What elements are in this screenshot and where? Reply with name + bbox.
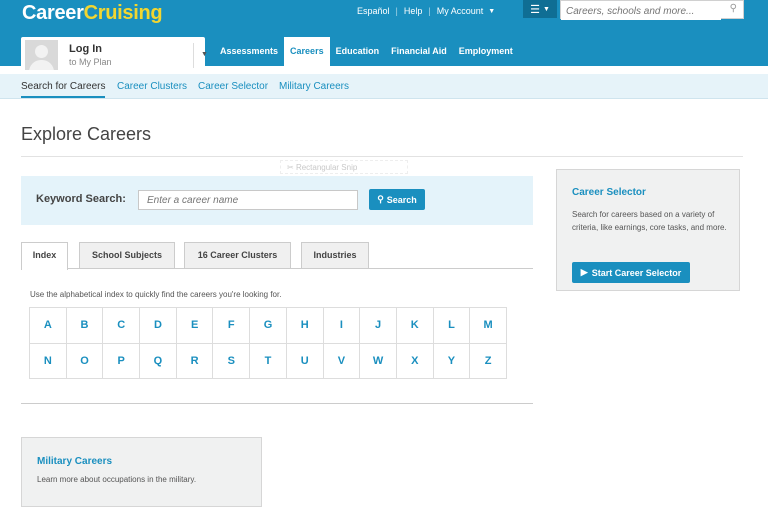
play-icon: ▶ bbox=[580, 267, 588, 277]
letter-h[interactable]: H bbox=[286, 308, 324, 344]
letter-r[interactable]: R bbox=[176, 343, 214, 379]
letter-d[interactable]: D bbox=[140, 308, 177, 344]
letter-g[interactable]: G bbox=[250, 308, 287, 344]
login-panel[interactable]: Log In to My Plan ▼ bbox=[21, 37, 208, 74]
letter-t[interactable]: T bbox=[250, 343, 287, 379]
letter-q[interactable]: Q bbox=[140, 343, 177, 379]
tab-index[interactable]: Index bbox=[21, 242, 68, 270]
search-icon[interactable]: ⚲ bbox=[730, 3, 737, 14]
letter-y[interactable]: Y bbox=[433, 343, 471, 379]
nav-assessments[interactable]: Assessments bbox=[214, 37, 284, 66]
site-search-input[interactable] bbox=[561, 3, 721, 20]
search-button[interactable]: ⚲ Search bbox=[369, 189, 425, 210]
letter-p[interactable]: P bbox=[103, 343, 141, 379]
login-title: Log In bbox=[69, 43, 102, 55]
letter-z[interactable]: Z bbox=[470, 343, 507, 379]
tab-career-clusters[interactable]: 16 Career Clusters bbox=[184, 242, 291, 268]
login-dropdown-icon[interactable]: ▼ bbox=[201, 51, 208, 58]
my-account-link[interactable]: My Account bbox=[437, 6, 484, 16]
military-careers-link[interactable]: Military Careers bbox=[37, 456, 112, 467]
alphabet-index: A B C D E F G H I J K L M N O P Q R S T … bbox=[29, 307, 507, 379]
snip-overlay: ✂ Rectangular Snip bbox=[280, 160, 408, 174]
sub-nav: Search for Careers Career Clusters Caree… bbox=[0, 74, 768, 99]
subnav-military-careers[interactable]: Military Careers bbox=[279, 81, 349, 92]
top-links: Español | Help | My Account ▼ bbox=[357, 6, 496, 16]
letter-x[interactable]: X bbox=[396, 343, 434, 379]
military-careers-description: Learn more about occupations in the mili… bbox=[37, 475, 197, 484]
nav-financial-aid[interactable]: Financial Aid bbox=[385, 37, 453, 66]
scissors-icon: ✂ bbox=[287, 163, 294, 172]
letter-w[interactable]: W bbox=[360, 343, 397, 379]
espanol-link[interactable]: Español bbox=[357, 6, 390, 16]
keyword-search-label: Keyword Search: bbox=[36, 193, 126, 205]
logo[interactable]: CareerCruising bbox=[22, 2, 163, 25]
help-link[interactable]: Help bbox=[404, 6, 423, 16]
chevron-down-icon: ▼ bbox=[542, 5, 550, 13]
nav-employment[interactable]: Employment bbox=[453, 37, 519, 66]
letter-n[interactable]: N bbox=[30, 343, 67, 379]
letter-i[interactable]: I bbox=[323, 308, 361, 344]
letter-a[interactable]: A bbox=[30, 308, 67, 344]
header: CareerCruising Español | Help | My Accou… bbox=[0, 0, 768, 74]
start-career-selector-button[interactable]: ▶ Start Career Selector bbox=[572, 262, 690, 283]
letter-j[interactable]: J bbox=[360, 308, 397, 344]
subnav-career-selector[interactable]: Career Selector bbox=[198, 81, 268, 92]
subnav-career-clusters[interactable]: Career Clusters bbox=[117, 81, 187, 92]
divider bbox=[21, 403, 533, 404]
letter-k[interactable]: K bbox=[396, 308, 434, 344]
military-careers-card: Military Careers Learn more about occupa… bbox=[21, 437, 262, 507]
letter-f[interactable]: F bbox=[213, 308, 251, 344]
keyword-search-panel: Keyword Search: ⚲Search bbox=[21, 176, 533, 225]
letter-e[interactable]: E bbox=[176, 308, 214, 344]
career-selector-title[interactable]: Career Selector bbox=[572, 187, 646, 198]
search-icon: ⚲ bbox=[377, 194, 384, 204]
letter-l[interactable]: L bbox=[433, 308, 471, 344]
page-title: Explore Careers bbox=[21, 124, 152, 144]
list-menu-button[interactable]: ☰ ▼ bbox=[523, 0, 557, 18]
letter-s[interactable]: S bbox=[213, 343, 251, 379]
letter-c[interactable]: C bbox=[103, 308, 141, 344]
divider bbox=[21, 156, 743, 157]
subnav-search-for-careers[interactable]: Search for Careers bbox=[21, 81, 105, 92]
avatar bbox=[25, 40, 58, 70]
caret-down-icon: ▼ bbox=[488, 7, 496, 15]
login-subtitle: to My Plan bbox=[69, 57, 112, 67]
nav-careers[interactable]: Careers bbox=[284, 37, 330, 66]
main-nav: Assessments Careers Education Financial … bbox=[214, 37, 519, 66]
letter-b[interactable]: B bbox=[66, 308, 104, 344]
career-selector-description: Search for careers based on a variety of… bbox=[572, 210, 727, 232]
tab-bar: Index School Subjects 16 Career Clusters… bbox=[21, 242, 533, 270]
career-selector-card: Career Selector Search for careers based… bbox=[556, 169, 740, 291]
active-tab-indicator bbox=[21, 96, 105, 98]
index-instructions: Use the alphabetical index to quickly fi… bbox=[30, 290, 282, 299]
nav-education[interactable]: Education bbox=[330, 37, 386, 66]
letter-o[interactable]: O bbox=[66, 343, 104, 379]
list-icon: ☰ bbox=[530, 3, 540, 16]
career-name-input[interactable] bbox=[138, 190, 358, 210]
letter-u[interactable]: U bbox=[286, 343, 324, 379]
site-search: ⚲ bbox=[560, 0, 744, 20]
letter-v[interactable]: V bbox=[323, 343, 361, 379]
letter-m[interactable]: M bbox=[470, 308, 507, 344]
tab-industries[interactable]: Industries bbox=[301, 242, 369, 268]
tab-school-subjects[interactable]: School Subjects bbox=[79, 242, 175, 268]
